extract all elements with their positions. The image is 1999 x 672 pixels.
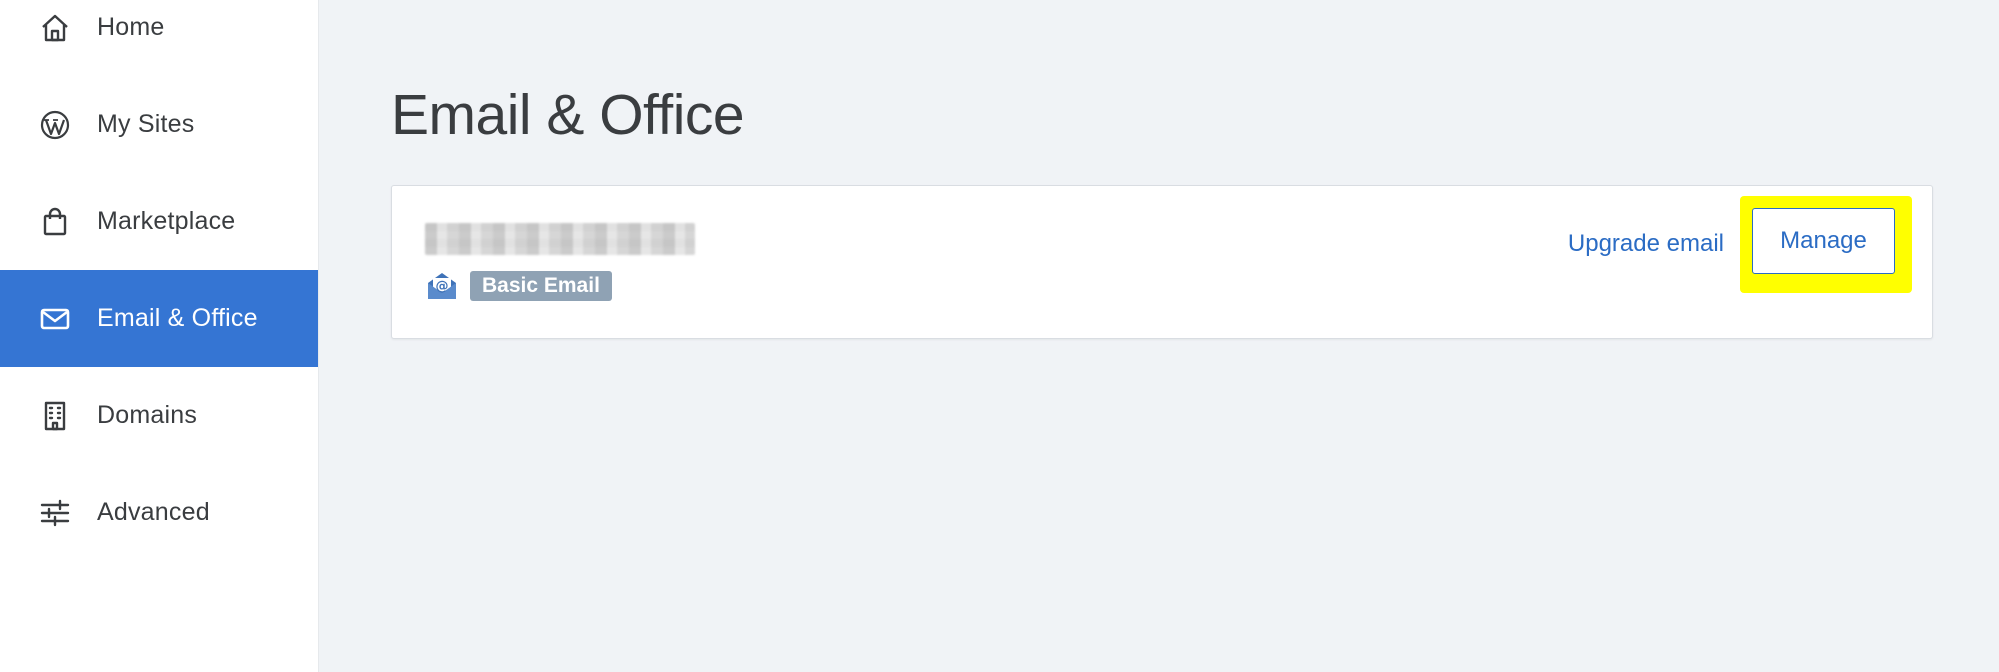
sidebar-item-advanced[interactable]: Advanced — [0, 464, 318, 561]
home-icon — [38, 11, 72, 45]
sidebar: Home My Sites Marketplace Email & Office… — [0, 0, 318, 672]
sidebar-item-label: My Sites — [97, 110, 195, 138]
building-icon — [38, 399, 72, 433]
sidebar-item-domains[interactable]: Domains — [0, 367, 318, 464]
svg-text:@: @ — [436, 279, 449, 294]
sidebar-item-home[interactable]: Home — [0, 0, 318, 76]
shopping-bag-icon — [38, 205, 72, 239]
email-product-icon: @ — [425, 269, 459, 303]
sidebar-item-label: Advanced — [97, 498, 210, 526]
sidebar-item-label: Home — [97, 13, 165, 41]
email-address-redacted — [425, 223, 695, 255]
sidebar-item-label: Domains — [97, 401, 198, 429]
sidebar-item-label: Marketplace — [97, 207, 236, 235]
plan-badge: Basic Email — [470, 271, 612, 301]
email-card: @ Basic Email Upgrade email Manage — [391, 185, 1933, 339]
sidebar-item-marketplace[interactable]: Marketplace — [0, 173, 318, 270]
wordpress-icon — [38, 108, 72, 142]
sidebar-item-my-sites[interactable]: My Sites — [0, 76, 318, 173]
page-title: Email & Office — [391, 83, 745, 147]
sidebar-item-label: Email & Office — [97, 304, 258, 332]
sidebar-item-email-office[interactable]: Email & Office — [0, 270, 318, 367]
envelope-icon — [38, 302, 72, 336]
sliders-icon — [38, 496, 72, 530]
upgrade-email-link[interactable]: Upgrade email — [1568, 230, 1724, 258]
manage-button[interactable]: Manage — [1752, 208, 1895, 274]
